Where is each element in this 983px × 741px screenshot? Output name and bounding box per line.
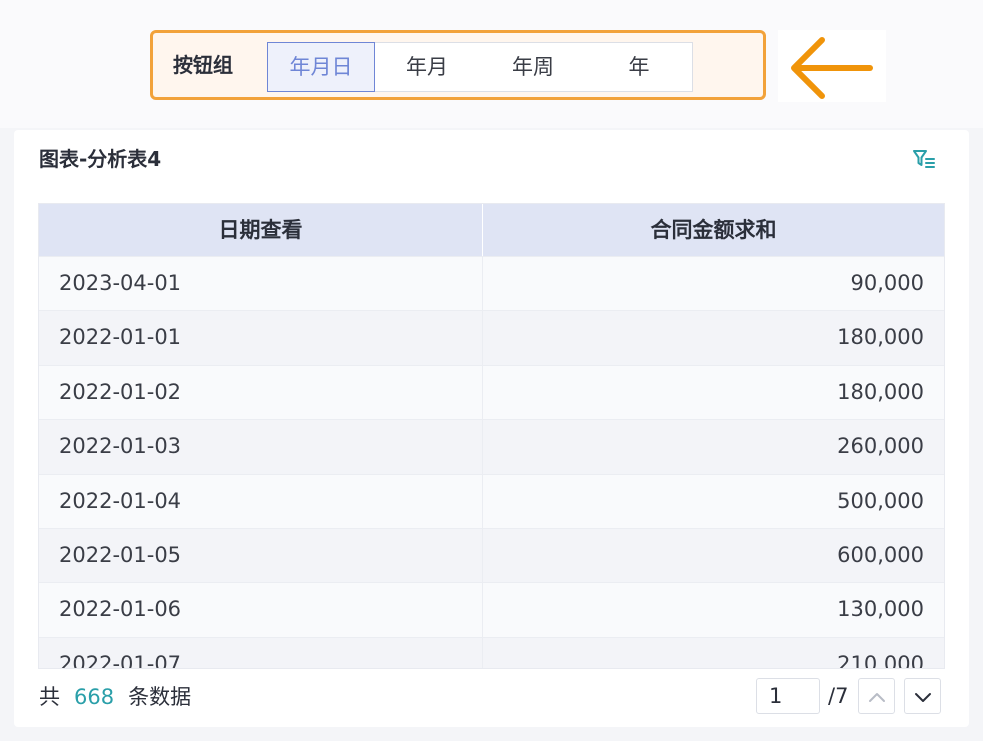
table-row[interactable]: 2022-01-07 210,000 — [39, 636, 944, 669]
table-row[interactable]: 2022-01-03 260,000 — [39, 419, 944, 474]
table-body: 2023-04-01 90,000 2022-01-01 180,000 202… — [39, 256, 944, 669]
cell-amount: 600,000 — [837, 542, 924, 567]
cell-amount: 500,000 — [837, 488, 924, 513]
cell-amount: 90,000 — [850, 271, 924, 295]
table-row[interactable]: 2022-01-06 130,000 — [39, 582, 944, 637]
analysis-table-card: 图表-分析表4 日期查看 合同金额求和 2023-04-01 90,000 20… — [14, 130, 969, 727]
page-number-input[interactable]: 1 — [756, 678, 820, 714]
segment-year[interactable]: 年 — [586, 42, 693, 92]
next-page-button[interactable] — [904, 678, 941, 714]
card-title: 图表-分析表4 — [39, 147, 162, 171]
cell-amount: 130,000 — [837, 597, 924, 622]
cell-amount: 180,000 — [837, 325, 924, 350]
cell-date: 2023-04-01 — [39, 257, 483, 311]
chevron-down-icon — [915, 693, 931, 702]
record-count-prefix: 共 — [39, 685, 60, 709]
table-row[interactable]: 2022-01-02 180,000 — [39, 364, 944, 420]
table-row[interactable]: 2022-01-01 180,000 — [39, 310, 944, 365]
cell-date: 2022-01-04 — [39, 474, 483, 528]
cell-date: 2022-01-05 — [39, 528, 483, 583]
cell-date: 2022-01-03 — [39, 420, 483, 474]
cell-date: 2022-01-07 — [39, 637, 483, 668]
data-table[interactable]: 日期查看 合同金额求和 2023-04-01 90,000 2022-01-01… — [38, 203, 945, 669]
segment-year-month-day[interactable]: 年月日 — [267, 42, 375, 92]
column-header-date[interactable]: 日期查看 — [39, 204, 483, 256]
column-header-amount[interactable]: 合同金额求和 — [483, 204, 944, 256]
filter-icon[interactable] — [912, 148, 936, 170]
segment-year-month[interactable]: 年月 — [374, 42, 481, 92]
cell-date: 2022-01-01 — [39, 311, 483, 365]
arrow-annotation — [778, 30, 886, 102]
table-row[interactable]: 2022-01-04 500,000 — [39, 473, 944, 528]
record-count-value: 668 — [74, 685, 115, 709]
arrow-left-icon — [789, 35, 875, 101]
table-header: 日期查看 合同金额求和 — [39, 204, 944, 256]
record-count-suffix: 条数据 — [128, 685, 192, 709]
table-row[interactable]: 2022-01-05 600,000 — [39, 527, 944, 583]
record-count: 共 668 条数据 — [39, 679, 191, 715]
button-group-label: 按钮组 — [173, 53, 233, 77]
cell-amount: 260,000 — [837, 434, 924, 459]
table-row[interactable]: 2023-04-01 90,000 — [39, 256, 944, 311]
prev-page-button[interactable] — [858, 678, 895, 714]
cell-amount: 180,000 — [837, 379, 924, 404]
cell-date: 2022-01-06 — [39, 583, 483, 637]
button-group-widget: 按钮组 年月日 年月 年周 年 — [150, 30, 766, 100]
page-total: /7 — [828, 684, 849, 708]
chevron-up-icon — [869, 693, 885, 702]
segment-year-week[interactable]: 年周 — [480, 42, 587, 92]
cell-amount: 210,000 — [837, 651, 924, 669]
cell-date: 2022-01-02 — [39, 365, 483, 420]
